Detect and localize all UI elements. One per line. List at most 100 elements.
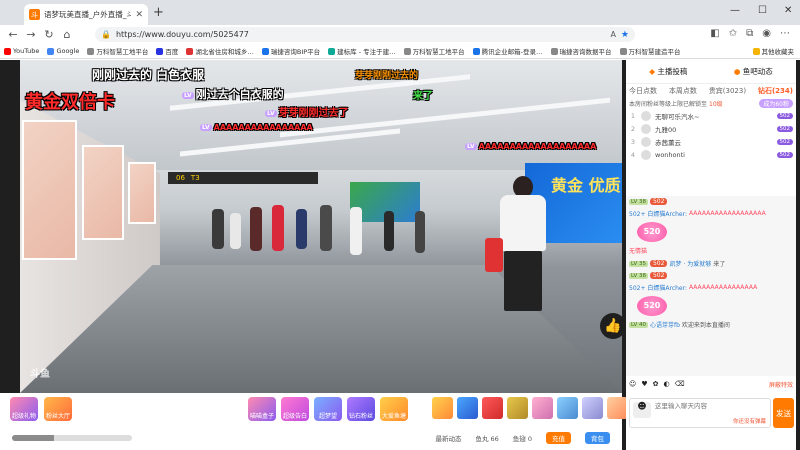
browser-window: 斗 语梦玩美直播_户外直播_斗… ✕ + — ☐ ✕ ← → ↻ ⌂ 🔒 htt… <box>0 0 800 450</box>
gift-super-button[interactable]: 超级礼物 <box>10 397 38 421</box>
page-icon <box>87 47 95 55</box>
danmaku-caption: 来了 <box>413 91 433 102</box>
chat-list[interactable]: LV 38 502 502+ 白嫖猫Archer: AAAAAAAAAAAAAA… <box>626 196 796 376</box>
gift-item[interactable] <box>457 397 478 419</box>
bookmark-vanke-2[interactable]: 万科智慧工地平台 <box>403 46 465 56</box>
send-button[interactable]: 发送 <box>773 398 794 428</box>
gift-icon[interactable]: ✿ <box>653 380 659 388</box>
bookmark-other-folder[interactable]: 其他收藏夹 <box>752 46 794 56</box>
block-effects-toggle[interactable]: 屏蔽特效 <box>769 380 793 389</box>
input-hint: 你还没有弹幕 <box>732 419 766 425</box>
close-tab-icon[interactable]: ✕ <box>135 10 143 20</box>
chat-message: LV 40 心语芽芽fb 欢迎来到本直播间 <box>629 321 730 329</box>
scene-walker-bag <box>485 238 503 272</box>
backpack-button[interactable]: 背包 <box>585 432 610 444</box>
gift-item[interactable] <box>557 397 578 419</box>
maximize-icon[interactable]: ☐ <box>758 5 767 16</box>
profile-icon[interactable]: ◉ <box>762 28 771 39</box>
bookmark-youtube[interactable]: YouTube <box>4 47 39 55</box>
close-window-icon[interactable]: ✕ <box>784 5 792 16</box>
bookmark-google[interactable]: Google <box>47 47 79 55</box>
tab-week[interactable]: 本周点数 <box>669 86 697 96</box>
rank-row[interactable]: 4 wonhonti 502 <box>626 148 796 161</box>
favorites-icon[interactable]: ✩ <box>729 28 737 39</box>
gift-item[interactable] <box>507 397 528 419</box>
browser-tab[interactable]: 斗 语梦玩美直播_户外直播_斗… ✕ <box>24 4 148 25</box>
rank-row[interactable]: 3 赤茜薰云 502 <box>626 135 796 148</box>
minimize-icon[interactable]: — <box>730 5 740 16</box>
color-icon[interactable]: ◐ <box>663 380 669 388</box>
chat-message: LV 38 502 <box>626 196 796 207</box>
chat-input[interactable] <box>655 402 767 410</box>
fish-bar-button[interactable]: ● 鱼吧动态 <box>734 66 773 77</box>
post-icon: ◆ <box>649 67 655 76</box>
douyu-watermark: 斗鱼 <box>30 369 50 380</box>
gift-bar: 超级礼物 粉丝大厅 喵喵盒子 超级告白 超梦望 钻石粉丝 大爱鱼塘 最新动态 鱼… <box>0 393 628 450</box>
bookmark-data[interactable]: 瑞捷咨询数据平台 <box>550 46 612 56</box>
video-player[interactable]: 06 T3 黄金 优质 刚刚过去的 白色衣服 黄金双倍卡 LV 刚过去个白衣服的… <box>20 60 622 393</box>
panel-header: ◆ 主播投稿 ● 鱼吧动态 <box>626 60 796 84</box>
douyu-favicon-icon: 斗 <box>29 9 40 20</box>
fish-icon: ● <box>733 67 741 76</box>
page-icon <box>328 47 336 55</box>
folder-icon <box>752 47 760 55</box>
menu-icon[interactable]: ⋯ <box>780 28 790 39</box>
charge-button[interactable]: 充值 <box>546 432 571 444</box>
fan-icon[interactable]: ♥ <box>641 380 647 388</box>
bookmark-jianbiao[interactable]: 建标库 - 专注于建… <box>328 46 396 56</box>
gift-item[interactable] <box>582 397 603 419</box>
collections-icon[interactable]: ⧉ <box>746 28 753 39</box>
chat-gift: 520 <box>626 294 796 318</box>
page-icon <box>403 47 411 55</box>
activity-confess-button[interactable]: 超级告白 <box>281 397 309 421</box>
refresh-icon[interactable]: ↻ <box>40 28 58 41</box>
tab-noble[interactable]: 贵宾(3023) <box>709 86 746 96</box>
address-bar[interactable]: 🔒 https://www.douyu.com/5025477 A ★ <box>95 27 635 42</box>
gate-sign: 06 T3 <box>168 172 318 184</box>
danmaku-caption: LV 刚过去个白衣服的 <box>182 88 284 101</box>
gift-item[interactable] <box>607 397 628 419</box>
home-icon[interactable]: ⌂ <box>58 28 76 41</box>
avatar <box>641 136 651 147</box>
anchor-post-button[interactable]: ◆ 主播投稿 <box>649 66 687 77</box>
become-fan-button[interactable]: 成为60粉 <box>759 98 793 108</box>
avatar: ☻ <box>633 402 651 418</box>
scene-ad-panel <box>82 145 124 240</box>
page-icon <box>261 47 269 55</box>
new-tab-icon[interactable]: + <box>153 5 164 20</box>
fan-badge: 502 <box>776 138 793 145</box>
bookmark-vanke-1[interactable]: 万科智慧工地平台 <box>87 46 148 56</box>
gift-item[interactable] <box>532 397 553 419</box>
activity-dream-button[interactable]: 超梦望 <box>314 397 342 421</box>
tab-diamond[interactable]: 钻石(234) <box>758 86 793 96</box>
danmaku-caption: 黄金双倍卡 <box>25 92 115 113</box>
gift-fans-button[interactable]: 粉丝大厅 <box>44 397 72 421</box>
gift-bar-left: 超级礼物 粉丝大厅 <box>10 397 72 421</box>
forward-icon[interactable]: → <box>22 28 40 41</box>
like-thumb-icon[interactable]: 👍 <box>600 313 622 339</box>
clear-icon[interactable]: ⌫ <box>675 380 685 388</box>
gift-item[interactable] <box>432 397 453 419</box>
baidu-icon <box>156 47 164 55</box>
emoji-icon[interactable]: ☺ <box>629 380 636 388</box>
bookmark-bip[interactable]: 瑞捷咨询BIP平台 <box>261 46 320 56</box>
activity-pond-button[interactable]: 大爱鱼塘 <box>380 397 408 421</box>
activity-diamond-button[interactable]: 钻石粉丝 <box>347 397 375 421</box>
activity-box-button[interactable]: 喵喵盒子 <box>248 397 276 421</box>
danmaku-caption: 刚刚过去的 白色衣服 <box>92 68 205 82</box>
gift-item[interactable] <box>482 397 503 419</box>
chat-input-box[interactable]: ☻ 你还没有弹幕 <box>629 398 771 428</box>
rank-row[interactable]: 1 无聊可乐汽水~ 502 <box>626 109 796 122</box>
avatar <box>641 149 651 160</box>
bookmark-vanke-3[interactable]: 万科智慧建造平台 <box>619 46 681 56</box>
read-aloud-icon[interactable]: A <box>610 30 615 39</box>
extension-icon[interactable]: ◧ <box>710 28 719 39</box>
back-icon[interactable]: ← <box>4 28 22 41</box>
rank-row[interactable]: 2 九雅00 502 <box>626 122 796 135</box>
tab-today[interactable]: 今日点数 <box>629 86 657 96</box>
favorite-star-icon[interactable]: ★ <box>621 30 629 40</box>
latest-news-link[interactable]: 最新动态 <box>435 433 461 443</box>
bookmark-baidu[interactable]: 百度 <box>156 46 178 56</box>
bookmark-tencent-mail[interactable]: 腾讯企业邮箱-登录… <box>472 46 543 56</box>
bookmark-hubei[interactable]: 湖北省住房和城乡… <box>186 46 254 56</box>
